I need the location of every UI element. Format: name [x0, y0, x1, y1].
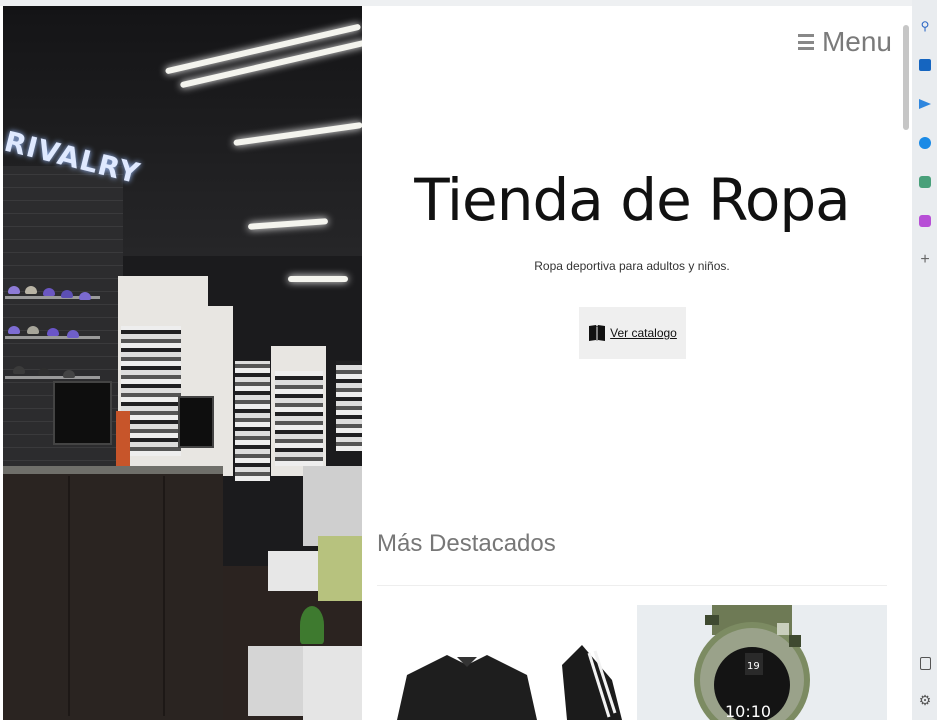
split-screen-icon[interactable]: [917, 655, 933, 671]
cap: [63, 370, 75, 378]
settings-icon[interactable]: ⚙: [917, 692, 933, 708]
send-icon[interactable]: [917, 96, 933, 112]
cap: [8, 286, 20, 294]
skype-icon[interactable]: [917, 135, 933, 151]
counter-panel-line: [163, 476, 165, 716]
shoe-display: [336, 361, 362, 451]
folded-clothes: [248, 646, 303, 716]
display-sign: [116, 411, 130, 466]
plant: [300, 606, 324, 644]
cap: [47, 328, 59, 336]
counter-monitor: [178, 396, 214, 448]
scrollbar-thumb[interactable]: [903, 25, 909, 130]
add-icon[interactable]: +: [917, 251, 933, 268]
browser-sidebar: ⚲ + ⚙: [912, 0, 937, 720]
featured-section-title: Más Destacados: [377, 530, 556, 557]
cap-shelf: [5, 376, 100, 379]
cap: [13, 366, 25, 374]
menu-button[interactable]: Menu: [797, 26, 892, 58]
svg-text:10:10: 10:10: [725, 702, 771, 720]
cap: [38, 368, 50, 376]
search-icon[interactable]: ⚲: [917, 18, 933, 34]
clothing-rack: [303, 466, 362, 546]
menu-label: Menu: [821, 26, 892, 57]
shoe-display: [275, 371, 323, 466]
cap: [67, 330, 79, 338]
shoe-display: [121, 326, 181, 456]
catalog-link[interactable]: Ver catalogo: [610, 326, 677, 340]
section-divider: [377, 585, 887, 586]
counter-panel-line: [68, 476, 70, 716]
cap: [61, 290, 73, 298]
wall-pillar: [208, 306, 233, 476]
product-card-jacket[interactable]: [377, 605, 627, 720]
store-counter: [3, 466, 223, 720]
book-icon: [589, 325, 606, 342]
cap: [43, 288, 55, 296]
ceiling-light: [288, 276, 348, 282]
hero-store-image: RIVALRY: [3, 6, 362, 720]
shoe-display: [235, 361, 270, 481]
counter-monitor: [53, 381, 112, 445]
page-subtitle: Ropa deportiva para adultos y niños.: [534, 259, 730, 273]
cap: [79, 292, 91, 300]
sport-watch-image: 19 10:10: [694, 605, 810, 720]
cap: [8, 326, 20, 334]
cap: [27, 326, 39, 334]
product-card-watch[interactable]: 19 10:10: [637, 605, 887, 720]
outlook-icon[interactable]: [917, 57, 933, 73]
svg-text:19: 19: [747, 661, 760, 672]
cap-shelf: [5, 336, 100, 339]
page-title: Tienda de Ropa: [414, 166, 850, 234]
folded-shirts: [318, 536, 362, 601]
track-jacket-image: [397, 645, 622, 720]
chat-icon[interactable]: [917, 174, 933, 190]
cap: [25, 286, 37, 294]
games-icon[interactable]: [917, 213, 933, 229]
catalog-button[interactable]: Ver catalogo: [579, 307, 686, 359]
browser-window: RIVALRY Menu Tienda de Ropa Ropa deporti…: [0, 0, 912, 720]
folded-clothes: [303, 646, 362, 720]
hamburger-icon: [797, 34, 814, 50]
